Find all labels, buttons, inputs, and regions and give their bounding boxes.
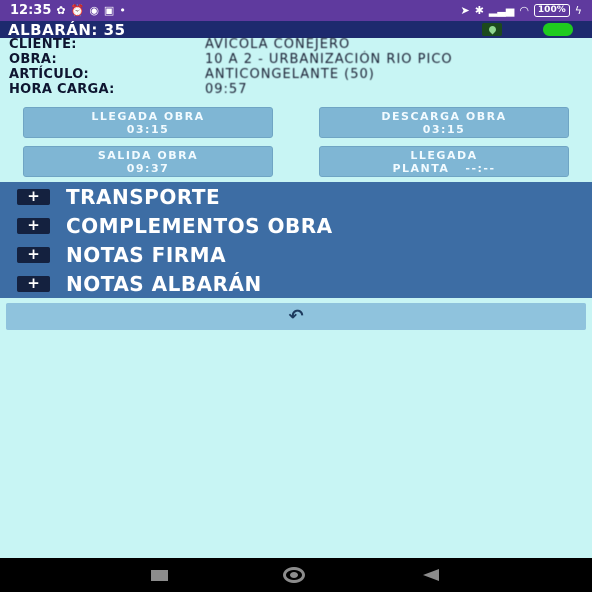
status-time: 12:35 [10,3,52,18]
info-row-obra: OBRA: 10 A 2 - URBANIZACIÓN RIO PICO [9,52,584,67]
battery-icon: 100% [533,4,570,17]
info-label: CLIENTE: [9,37,77,52]
section-label: NOTAS FIRMA [66,242,227,267]
home-icon[interactable] [283,567,305,583]
button-time: 03:15 [422,122,466,136]
status-bar-left: 12:35 ✿ ⏰ ◉ ▣ • [10,3,126,18]
expand-plus-icon: + [17,217,50,234]
section-complementos-obra[interactable]: + COMPLEMENTOS OBRA [0,211,592,240]
location-icon: ➤ [460,4,470,17]
button-label: DESCARGA OBRA [381,109,507,123]
info-label: ARTÍCULO: [9,67,90,82]
section-label: NOTAS ALBARÁN [66,271,262,296]
section-notas-firma[interactable]: + NOTAS FIRMA [0,240,592,269]
info-panel: CLIENTE: AVICOLA CONEJERO OBRA: 10 A 2 -… [9,37,584,97]
signal-icon: ▂▃▅ [488,4,515,17]
page-title: ALBARÁN: 35 [8,20,126,39]
section-notas-albaran[interactable]: + NOTAS ALBARÁN [0,269,592,298]
expand-plus-icon: + [17,275,50,292]
salida-obra-button[interactable]: SALIDA OBRA 09:37 [23,146,273,177]
info-value: 09:57 [205,82,248,97]
recent-apps-icon[interactable] [151,570,168,581]
button-time: PLANTA --:-- [392,161,496,175]
info-label: HORA CARGA: [9,82,115,97]
expand-plus-icon: + [17,188,50,205]
back-triangle-icon[interactable] [423,569,439,581]
gps-icon [482,23,502,36]
button-label: LLEGADA [410,148,478,162]
back-button[interactable]: ↶ [6,303,586,330]
title-bar: ALBARÁN: 35 [0,20,592,39]
status-indicator [543,23,573,36]
info-row-articulo: ARTÍCULO: ANTICONGELANTE (50) [9,67,584,82]
gallery-icon: ▣ [103,4,115,17]
info-row-cliente: CLIENTE: AVICOLA CONEJERO [9,37,584,52]
llegada-planta-button[interactable]: LLEGADA PLANTA --:-- [319,146,569,177]
alarm-icon: ⏰ [70,4,85,17]
bluetooth-icon: ✱ [474,4,484,17]
undo-icon: ↶ [288,305,304,327]
llegada-obra-button[interactable]: LLEGADA OBRA 03:15 [23,107,273,138]
section-label: COMPLEMENTOS OBRA [66,213,333,238]
wifi-icon: ◠ [519,4,529,17]
info-row-hora-carga: HORA CARGA: 09:57 [9,82,584,97]
info-value: ANTICONGELANTE (50) [205,67,375,82]
button-label: SALIDA OBRA [97,148,199,162]
section-transporte[interactable]: + TRANSPORTE [0,182,592,211]
info-value: 10 A 2 - URBANIZACIÓN RIO PICO [205,52,453,67]
expand-plus-icon: + [17,246,50,263]
navigation-bar [0,558,592,592]
status-bar-right: ➤ ✱ ▂▃▅ ◠ 100% ϟ [460,4,582,17]
settings-icon: ✿ [56,4,66,17]
button-label: LLEGADA OBRA [91,109,205,123]
button-time: 03:15 [126,122,170,136]
dot-icon: • [119,4,126,17]
section-label: TRANSPORTE [66,184,221,209]
app-icon: ◉ [89,4,99,17]
info-value: AVICOLA CONEJERO [205,37,351,52]
descarga-obra-button[interactable]: DESCARGA OBRA 03:15 [319,107,569,138]
button-time: 09:37 [126,161,170,175]
status-bar: 12:35 ✿ ⏰ ◉ ▣ • ➤ ✱ ▂▃▅ ◠ 100% ϟ [0,0,592,21]
sections-panel: + TRANSPORTE + COMPLEMENTOS OBRA + NOTAS… [0,182,592,298]
charging-icon: ϟ [574,4,582,17]
info-label: OBRA: [9,52,57,67]
